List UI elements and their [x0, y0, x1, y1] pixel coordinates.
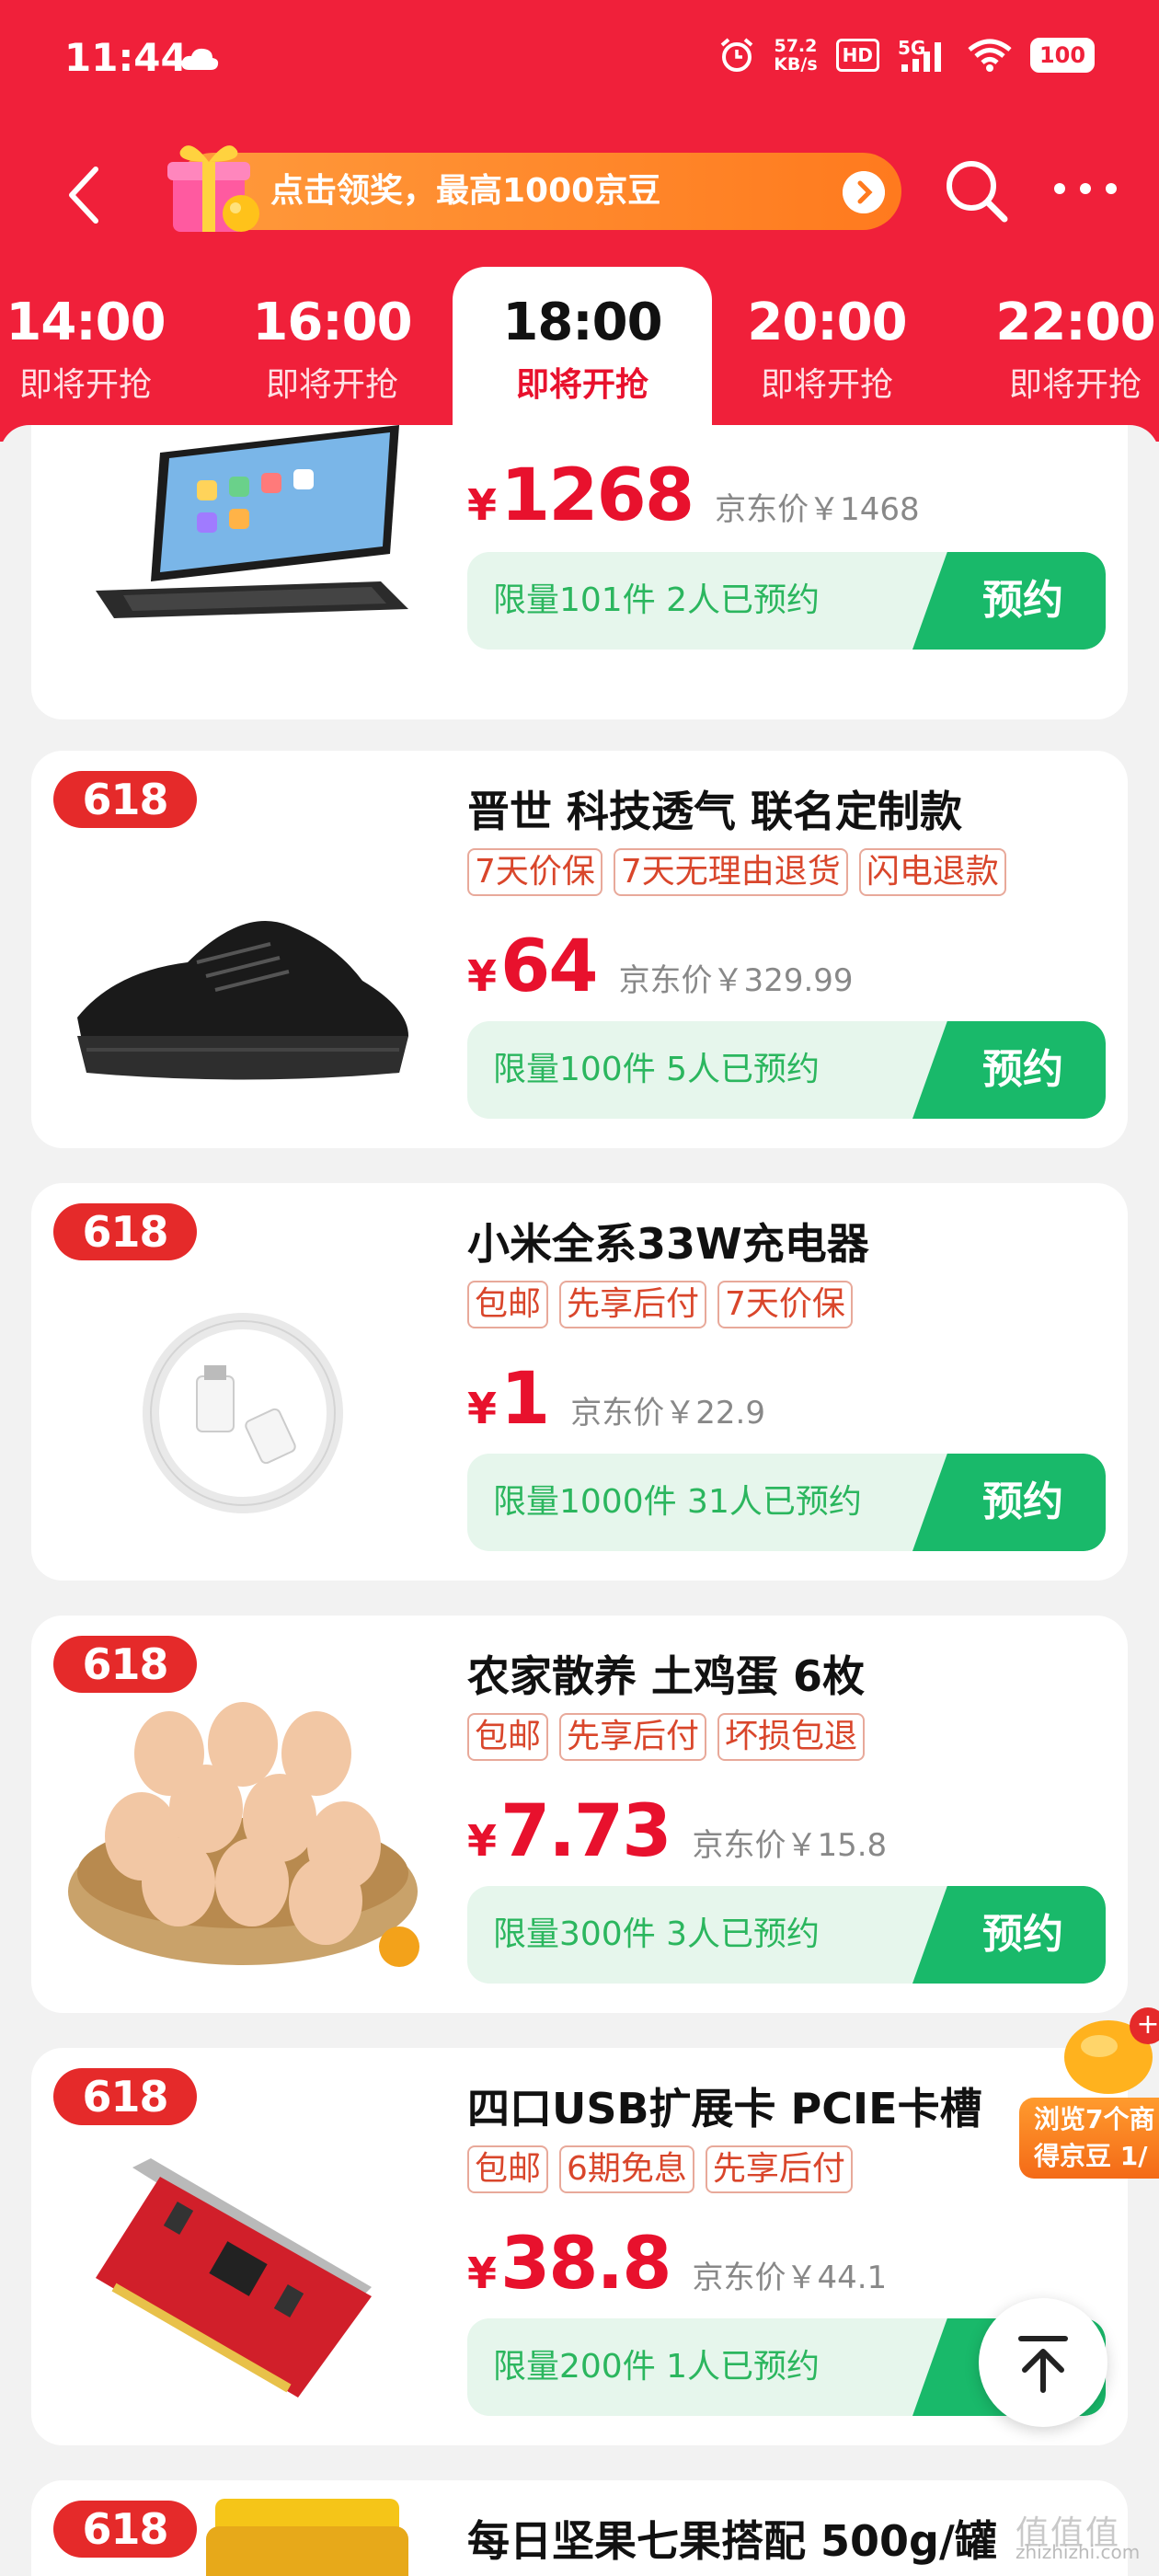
tag: 包邮: [467, 2145, 549, 2193]
cloud-icon: [181, 48, 219, 70]
nav-row: 点击领奖，最高1000京豆: [0, 145, 1159, 239]
limit-info: 限量101件 2人已预约: [493, 581, 820, 619]
status-icons: 57.2 KB/s HD 5G 100: [718, 37, 1095, 74]
reserve-button[interactable]: 预约: [912, 552, 1106, 650]
price-row: ¥ 1 京东价￥22.9: [467, 1358, 765, 1441]
tag-list: 7天价保 7天无理由退货 闪电退款: [467, 848, 1006, 896]
pcie-card-image: [96, 2158, 372, 2398]
product-card[interactable]: ¥ 1268 京东价￥1468 限量101件 2人已预约 预约: [31, 425, 1128, 719]
tab-1800[interactable]: 18:00 即将开抢: [453, 267, 712, 442]
tab-2000[interactable]: 20:00 即将开抢: [721, 267, 933, 442]
product-card[interactable]: 618 四口USB扩展卡 PCIE卡槽 包邮 6期免息 先享后付 ¥ 38.8 …: [31, 2048, 1128, 2445]
sale-price: 64: [500, 926, 599, 1008]
reserve-bar: 限量101件 2人已预约 预约: [467, 552, 1106, 650]
price-row: ¥ 7.73 京东价￥15.8: [467, 1790, 888, 1873]
watermark-url: zhizhizhi.com: [1016, 2541, 1141, 2563]
time-slot-tabs: 14:00 即将开抢 16:00 即将开抢 18:00 即将开抢 20:00 即…: [0, 267, 1159, 442]
alarm-icon: [720, 38, 753, 72]
browse-reward-label: 浏览7个商 得京豆 1/: [1019, 2098, 1159, 2179]
tablet-keyboard-image: [96, 425, 408, 618]
sale-price: 38.8: [500, 2223, 671, 2306]
price-row: ¥ 1268 京东价￥1468: [467, 454, 920, 537]
tag-list: 包邮 先享后付 7天价保: [467, 1281, 853, 1328]
usb-cable-image: [143, 1313, 343, 1513]
tab-2200[interactable]: 22:00 即将开抢: [970, 267, 1159, 442]
sale-price: 7.73: [500, 1790, 671, 1873]
tag: 7天无理由退货: [613, 848, 848, 896]
price-row: ¥ 64 京东价￥329.99: [467, 926, 854, 1008]
battery-indicator: 100: [1030, 38, 1095, 73]
tag: 包邮: [467, 1281, 549, 1328]
tag: 先享后付: [559, 1713, 707, 1761]
eggs-basket-image: [68, 1702, 419, 1967]
product-title: 小米全系33W充电器: [467, 1219, 869, 1269]
tag: 7天价保: [467, 848, 602, 896]
tag: 闪电退款: [858, 848, 1006, 896]
scroll-to-top-button[interactable]: [979, 2298, 1107, 2427]
product-card[interactable]: 618 每日坚果七果搭配 500g/罐: [31, 2480, 1128, 2576]
arrow-up-icon: [1018, 2336, 1068, 2393]
product-title: 晋世 科技透气 联名定制款: [467, 787, 963, 836]
jd-price: 京东价￥329.99: [618, 962, 854, 999]
chevron-right-icon: [843, 171, 885, 213]
more-options-icon[interactable]: [1049, 175, 1122, 202]
product-list[interactable]: ¥ 1268 京东价￥1468 限量101件 2人已预约 预约 618 晋世 科…: [0, 425, 1159, 2576]
jd-price: 京东价￥44.1: [692, 2260, 888, 2296]
tag: 包邮: [467, 1713, 549, 1761]
product-card[interactable]: 618 小米全系33W充电器 包邮 先享后付 7天价保 ¥ 1 京东价￥22.9…: [31, 1183, 1128, 1581]
reserve-button[interactable]: 预约: [912, 1021, 1106, 1119]
search-icon[interactable]: [940, 155, 1014, 228]
limit-info: 限量1000件 31人已预约: [493, 1483, 862, 1521]
tag: 先享后付: [705, 2145, 853, 2193]
product-card[interactable]: 618 晋世 科技透气 联名定制款 7天价保 7天无理由退货 闪电退款 ¥ 64…: [31, 751, 1128, 1148]
net-speed: 57.2 KB/s: [774, 36, 818, 75]
jd-price: 京东价￥22.9: [570, 1395, 765, 1432]
promo-banner[interactable]: 点击领奖，最高1000京豆: [167, 145, 901, 232]
reserve-button[interactable]: 预约: [912, 1886, 1106, 1984]
header: 11:44 57.2 KB/s HD 5G 100 点击领奖，最高1000京豆 …: [0, 0, 1159, 442]
tab-1600[interactable]: 16:00 即将开抢: [226, 267, 438, 442]
sale-price: 1268: [500, 454, 694, 537]
limit-info: 限量100件 5人已预约: [493, 1051, 820, 1088]
hd-badge: HD: [835, 39, 879, 72]
status-bar: 11:44 57.2 KB/s HD 5G 100: [0, 0, 1159, 120]
tag: 7天价保: [717, 1281, 853, 1328]
618-badge: 618: [53, 2501, 197, 2558]
browse-reward-widget[interactable]: + 浏览7个商 得京豆 1/: [1019, 2004, 1159, 2179]
status-time: 11:44: [64, 35, 188, 80]
reserve-bar: 限量300件 3人已预约 预约: [467, 1886, 1106, 1984]
plus-icon: +: [1130, 2007, 1159, 2044]
tag-list: 包邮 6期免息 先享后付: [467, 2145, 853, 2193]
wifi-icon: [968, 39, 1012, 72]
jd-price: 京东价￥1468: [715, 491, 920, 528]
product-title: 四口USB扩展卡 PCIE卡槽: [467, 2084, 982, 2133]
promo-text: 点击领奖，最高1000京豆: [270, 172, 661, 210]
reserve-bar: 限量1000件 31人已预约 预约: [467, 1454, 1106, 1551]
nut-jar-image: [206, 2499, 408, 2576]
jd-price: 京东价￥15.8: [692, 1827, 888, 1864]
reserve-button[interactable]: 预约: [912, 1454, 1106, 1551]
reserve-bar: 限量100件 5人已预约 预约: [467, 1021, 1106, 1119]
product-card[interactable]: 618 农家散养 土鸡蛋 6枚 包邮 先享后付 坏损包退 ¥ 7.73 京东价￥…: [31, 1616, 1128, 2013]
signal-5g: 5G: [898, 37, 949, 74]
price-row: ¥ 38.8 京东价￥44.1: [467, 2223, 888, 2306]
sneaker-image: [77, 921, 408, 1080]
tag: 先享后付: [559, 1281, 707, 1328]
product-title: 每日坚果七果搭配 500g/罐: [467, 2516, 997, 2566]
tag-list: 包邮 先享后付 坏损包退: [467, 1713, 866, 1761]
limit-info: 限量200件 1人已预约: [493, 2348, 820, 2386]
tab-1400[interactable]: 14:00 即将开抢: [0, 267, 191, 442]
limit-info: 限量300件 3人已预约: [493, 1915, 820, 1953]
618-badge: 618: [53, 1636, 197, 1693]
back-arrow-icon[interactable]: [61, 158, 107, 232]
tag: 6期免息: [559, 2145, 694, 2193]
gift-box-icon: [167, 145, 259, 232]
tag: 坏损包退: [717, 1713, 866, 1761]
sale-price: 1: [500, 1358, 550, 1441]
product-title: 农家散养 土鸡蛋 6枚: [467, 1651, 866, 1701]
